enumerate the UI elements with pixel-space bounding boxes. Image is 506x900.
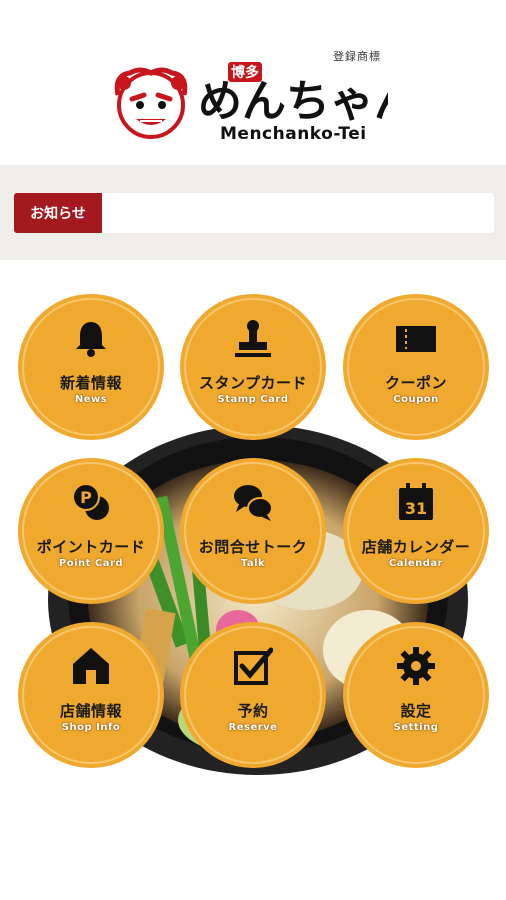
reserve-label-jp: 予約 [237,702,269,720]
shop-info-label-en: Shop Info [61,722,121,733]
shop-info-label-jp: 店舗情報 [59,702,122,720]
gear-icon [397,647,435,685]
shop-info-button[interactable]: 店舗情報 Shop Info [18,622,164,768]
point-card-label-jp: ポイントカード [36,538,146,556]
coupon-button[interactable]: クーポン Coupon [343,294,489,440]
point-card-label-en: Point Card [58,558,124,569]
news-label: お知らせ [14,193,102,233]
news-label-jp: 新着情報 [59,374,122,392]
calendar-label-en: Calendar [388,558,444,569]
setting-button[interactable]: 設定 Setting [343,622,489,768]
svg-text:めんちゃんこ亭: めんちゃんこ亭 [198,76,388,127]
mascot-logo-icon [114,67,188,139]
stamp-card-button[interactable]: スタンプカード Stamp Card [180,294,326,440]
coins-icon: P [72,483,109,520]
checkbox-icon [234,647,273,685]
stamp-card-label-jp: スタンプカード [198,374,308,392]
calendar-icon: 31 [399,483,433,520]
svg-text:P: P [80,488,92,507]
talk-label-jp: お問合せトーク [198,538,308,556]
calendar-day: 31 [405,499,427,518]
coupon-icon [396,326,436,352]
coupon-label-jp: クーポン [384,374,447,392]
news-label-en: News [74,394,108,405]
setting-label-jp: 設定 [400,702,432,720]
setting-label-en: Setting [393,722,439,733]
talk-button[interactable]: お問合せトーク Talk [180,458,326,604]
coupon-label-en: Coupon [393,394,439,405]
calendar-label-jp: 店舗カレンダー [361,538,471,556]
news-button[interactable]: 新着情報 News [18,294,164,440]
reserve-label-en: Reserve [228,722,278,733]
house-icon [73,648,109,684]
stamp-icon [235,320,271,357]
stamp-card-label-en: Stamp Card [217,394,289,405]
calendar-button[interactable]: 31 店舗カレンダー Calendar [343,458,489,604]
brand-roman-name: Menchanko-Tei [220,124,367,144]
app-header: 登録商標 博多 めんちゃんこ亭 Menchanko-Tei [0,0,506,165]
point-card-button[interactable]: P ポイントカード Point Card [18,458,164,604]
reserve-button[interactable]: 予約 Reserve [180,622,326,768]
chat-bubbles-icon [234,485,273,521]
talk-label-en: Talk [240,558,266,569]
bell-icon [76,322,106,357]
